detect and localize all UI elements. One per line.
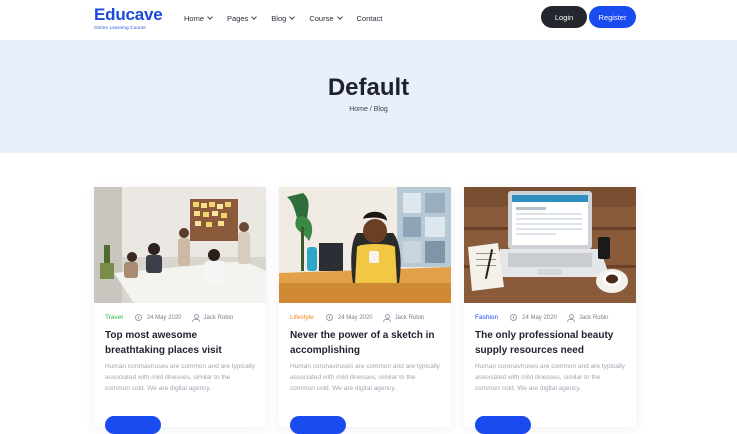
post-author[interactable]: Jack Robin [204, 315, 234, 321]
blog-card-image-woman-at-desk[interactable] [279, 187, 451, 303]
chevron-down-icon [251, 14, 258, 20]
clock-icon [510, 314, 518, 321]
nav-home-label: Home [184, 14, 205, 23]
blog-card-title[interactable]: Top most awesome breathtaking places vis… [105, 329, 255, 358]
nav-contact-label: Contact [356, 14, 383, 23]
chevron-down-icon [289, 14, 296, 20]
blog-card-image-laptop-on-table[interactable] [464, 187, 636, 303]
chevron-down-icon [207, 14, 213, 20]
blog-card-title[interactable]: The only professional beauty supply reso… [475, 329, 625, 358]
blog-card-title[interactable]: Never the power of a sketch in accomplis… [290, 329, 440, 358]
blog-card-1[interactable]: Travel 24 May 2020 Jack Robin Top most a… [94, 187, 266, 434]
logo-title: Educave [94, 5, 163, 24]
chevron-down-icon [336, 14, 343, 20]
nav-blog-label: Blog [271, 14, 287, 23]
page-hero: Default Home / Blog [0, 40, 737, 153]
nav-home[interactable]: Home [184, 14, 213, 23]
category-tag[interactable]: Travel [105, 314, 123, 321]
logo-subtitle: Online Learning Course [94, 25, 146, 30]
post-date: 24 May 2020 [337, 314, 373, 321]
logo[interactable]: Educave Online Learning Course [94, 5, 163, 31]
blog-card-2[interactable]: Lifestyle 24 May 2020 Jack Robin Never t… [279, 187, 451, 434]
blog-card-meta: Fashion 24 May 2020 Jack Robin [475, 314, 609, 322]
breadcrumb[interactable]: Home / Blog [0, 106, 737, 113]
register-button[interactable]: Register [589, 6, 636, 28]
post-author[interactable]: Jack Robin [395, 315, 425, 321]
blog-card-excerpt: Human coronaviruses are common and are t… [290, 363, 440, 392]
blog-card-image-office-meeting[interactable] [94, 187, 266, 303]
user-icon [383, 314, 392, 322]
blog-card-meta: Travel 24 May 2020 Jack Robin [105, 314, 234, 322]
blog-card-3[interactable]: Fashion 24 May 2020 Jack Robin The only … [464, 187, 636, 434]
nav-course-label: Course [309, 14, 334, 23]
category-tag[interactable]: Fashion [475, 314, 498, 321]
blog-card-excerpt: Human coronaviruses are common and are t… [105, 363, 255, 392]
nav-blog[interactable]: Blog [271, 14, 296, 23]
blog-card-meta: Lifestyle 24 May 2020 Jack Robin [290, 314, 425, 322]
post-date: 24 May 2020 [522, 314, 557, 321]
post-author[interactable]: Jack Robin [579, 315, 609, 321]
page-title: Default [327, 74, 410, 101]
nav-course[interactable]: Course [309, 14, 343, 23]
nav-pages-label: Pages [227, 14, 249, 23]
clock-icon [134, 314, 142, 321]
site-header: Educave Online Learning Course Home Page… [0, 0, 737, 40]
blog-card-excerpt: Human coronaviruses are common and are t… [475, 363, 625, 392]
clock-icon [325, 314, 333, 321]
user-icon [567, 314, 576, 322]
category-tag[interactable]: Lifestyle [290, 314, 314, 321]
main-nav: Home Pages Blog Course Contact [184, 14, 397, 23]
nav-pages[interactable]: Pages [227, 14, 258, 23]
nav-contact[interactable]: Contact [357, 14, 383, 23]
user-icon [192, 314, 201, 322]
post-date: 24 May 2020 [146, 314, 182, 321]
login-button[interactable]: Login [541, 6, 587, 28]
